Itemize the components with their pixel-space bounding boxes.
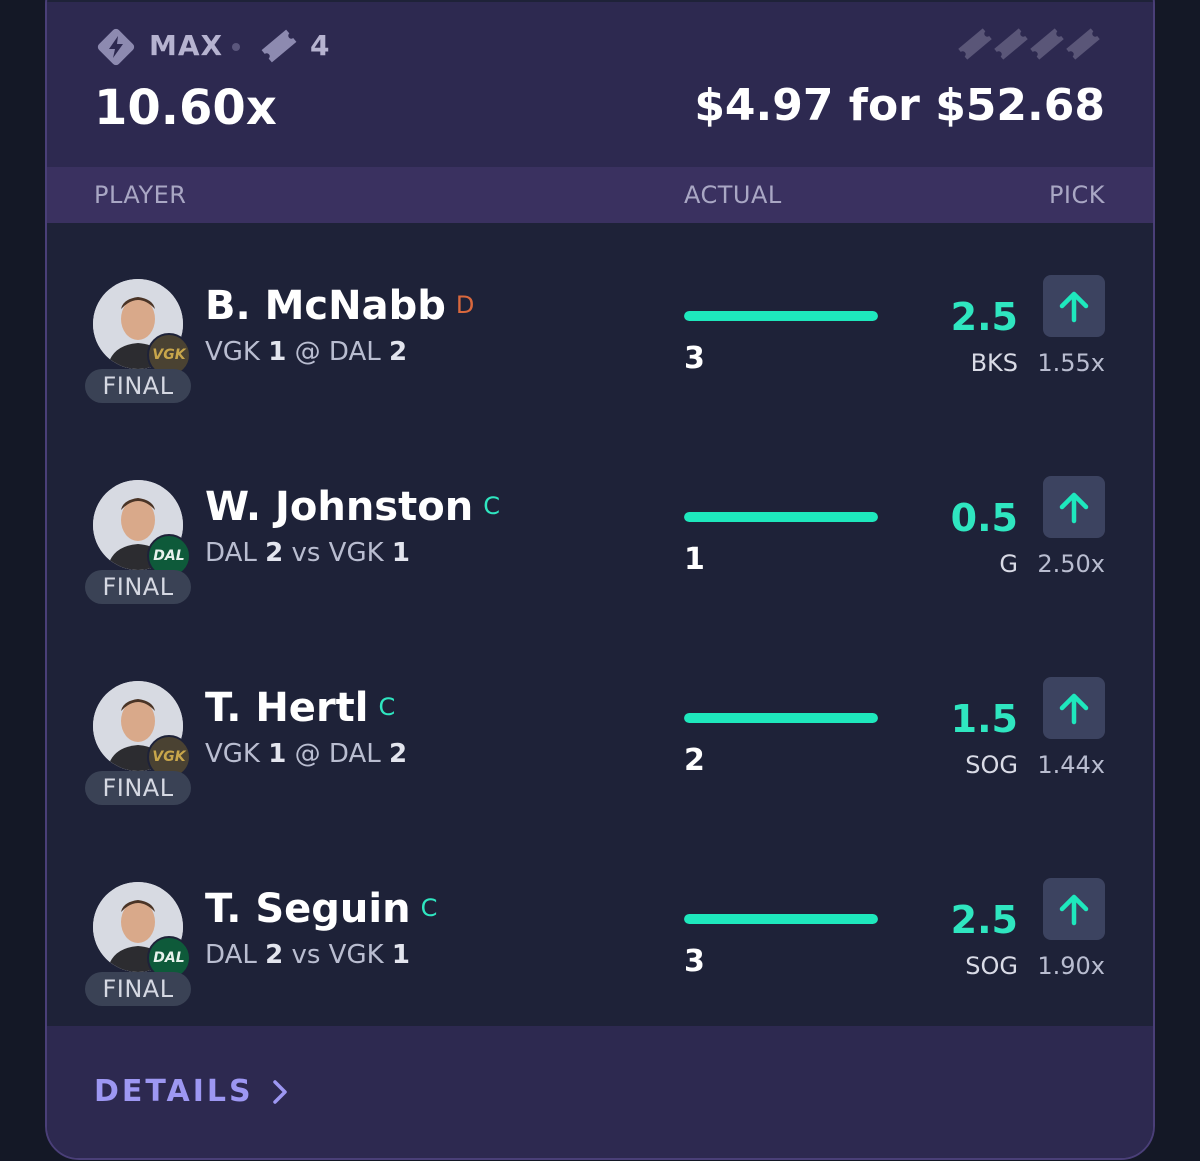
pick-multiplier: 1.90x <box>1037 952 1105 980</box>
actual-progress-fill <box>684 713 878 723</box>
arrow-up-icon <box>1059 492 1089 524</box>
actual-value: 3 <box>684 944 705 979</box>
tickets-row-icon <box>958 28 1100 60</box>
arrow-up-icon <box>1059 291 1089 323</box>
team2: VGK <box>328 940 384 970</box>
projection-line: 2.5 <box>950 295 1018 339</box>
score1: 1 <box>268 739 287 769</box>
game-separator: @ <box>294 337 321 367</box>
player-name-line: T. Seguin C <box>205 886 437 932</box>
actual-progress-bar <box>684 713 878 723</box>
score2: 2 <box>388 337 408 367</box>
actual-progress-fill <box>684 512 878 522</box>
actual-progress-bar <box>684 311 878 321</box>
game-status-badge: FINAL <box>85 570 191 604</box>
team1: DAL <box>205 940 257 970</box>
team2: DAL <box>328 739 381 769</box>
player-position: D <box>455 291 475 319</box>
team1: VGK <box>205 739 260 769</box>
projection-line: 2.5 <box>950 898 1018 942</box>
team1: DAL <box>205 538 257 568</box>
column-player: PLAYER <box>94 181 187 209</box>
player-position: C <box>483 492 500 520</box>
score2: 2 <box>388 739 408 769</box>
player-name: B. McNabb <box>205 283 446 329</box>
player-position: C <box>378 693 396 721</box>
player-name: T. Hertl <box>205 685 369 731</box>
entry-multiplier: 10.60x <box>94 80 277 136</box>
game-score: DAL 2 vs VGK 1 <box>205 538 410 568</box>
player-row[interactable]: DAL FINAL W. Johnston C DAL 2 vs VGK 1 1 … <box>47 476 1153 680</box>
game-score: DAL 2 vs VGK 1 <box>205 940 410 970</box>
actual-progress-bar <box>684 914 878 924</box>
score2: 1 <box>391 940 411 970</box>
pick-more-button[interactable] <box>1043 275 1105 337</box>
pick-multiplier: 1.44x <box>1037 751 1105 779</box>
stat-type: G <box>999 550 1018 578</box>
entry-card: MAX 4 10.60x $4.97 for $52.68 PLAYER ACT… <box>45 0 1155 1160</box>
score2: 1 <box>391 538 411 568</box>
score1: 1 <box>268 337 287 367</box>
entry-footer: DETAILS <box>47 1026 1153 1158</box>
player-name-line: B. McNabb D <box>205 283 474 329</box>
player-name: W. Johnston <box>205 484 474 530</box>
player-row[interactable]: VGK FINAL B. McNabb D VGK 1 @ DAL 2 3 2.5… <box>47 275 1153 479</box>
stat-type: BKS <box>970 349 1018 377</box>
game-score: VGK 1 @ DAL 2 <box>205 739 407 769</box>
game-status-badge: FINAL <box>85 369 191 403</box>
actual-value: 2 <box>684 743 705 778</box>
stat-type: SOG <box>965 751 1018 779</box>
actual-progress-bar <box>684 512 878 522</box>
projection-line: 0.5 <box>950 496 1018 540</box>
game-separator: vs <box>291 538 321 568</box>
chevron-right-icon <box>272 1079 287 1104</box>
column-header: PLAYER ACTUAL PICK <box>47 167 1153 223</box>
actual-value: 3 <box>684 341 705 376</box>
column-actual: ACTUAL <box>684 181 782 209</box>
player-name: T. Seguin <box>205 886 411 932</box>
player-name-line: T. Hertl C <box>205 685 395 731</box>
player-position: C <box>420 894 438 922</box>
projection-line: 1.5 <box>950 697 1018 741</box>
arrow-up-icon <box>1059 894 1089 926</box>
column-pick: PICK <box>1048 181 1105 209</box>
team2: DAL <box>328 337 381 367</box>
score1: 2 <box>265 940 284 970</box>
player-name-line: W. Johnston C <box>205 484 500 530</box>
actual-value: 1 <box>684 542 705 577</box>
game-score: VGK 1 @ DAL 2 <box>205 337 407 367</box>
score1: 2 <box>265 538 284 568</box>
team2: VGK <box>328 538 384 568</box>
pick-multiplier: 2.50x <box>1037 550 1105 578</box>
arrow-up-icon <box>1059 693 1089 725</box>
pick-more-button[interactable] <box>1043 476 1105 538</box>
team1: VGK <box>205 337 260 367</box>
entry-payout: $4.97 for $52.68 <box>694 80 1105 131</box>
ticket-icon <box>261 29 297 63</box>
details-label: DETAILS <box>94 1074 254 1109</box>
player-row[interactable]: VGK FINAL T. Hertl C VGK 1 @ DAL 2 2 1.5 … <box>47 677 1153 881</box>
game-separator: vs <box>291 940 321 970</box>
stat-type: SOG <box>965 952 1018 980</box>
actual-progress-fill <box>684 311 878 321</box>
separator-dot <box>232 43 240 51</box>
pick-multiplier: 1.55x <box>1037 349 1105 377</box>
pick-more-button[interactable] <box>1043 677 1105 739</box>
game-status-badge: FINAL <box>85 771 191 805</box>
game-separator: @ <box>294 739 321 769</box>
lightning-gem-icon <box>97 28 135 66</box>
entries-count: 4 <box>310 29 330 62</box>
details-link[interactable]: DETAILS <box>94 1074 290 1109</box>
actual-progress-fill <box>684 914 878 924</box>
entry-type-label: MAX <box>149 29 224 62</box>
entry-header: MAX 4 10.60x $4.97 for $52.68 <box>47 2 1153 167</box>
pick-more-button[interactable] <box>1043 878 1105 940</box>
game-status-badge: FINAL <box>85 972 191 1006</box>
